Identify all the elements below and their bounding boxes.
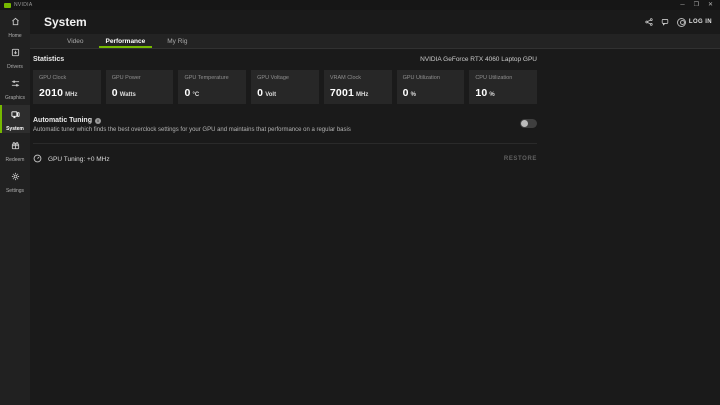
gpu-name: NVIDIA GeForce RTX 4060 Laptop GPU — [420, 56, 537, 63]
sidebar-item-label: Redeem — [6, 157, 25, 163]
stat-value: 0 — [184, 87, 190, 99]
nvidia-logo-icon — [4, 3, 11, 8]
gauge-icon — [33, 150, 42, 168]
user-avatar-icon — [677, 18, 686, 27]
tab-bar: Video Performance My Rig — [30, 34, 720, 49]
tab-video[interactable]: Video — [56, 34, 95, 48]
automatic-tuning-toggle[interactable] — [520, 119, 537, 128]
sidebar-item-home[interactable]: Home — [0, 12, 30, 40]
section-divider — [33, 143, 537, 144]
drivers-icon — [11, 44, 20, 62]
stat-card-gpu-clock: GPU Clock 2010 MHz — [33, 70, 101, 104]
settings-icon — [11, 168, 20, 186]
sidebar-item-redeem[interactable]: Redeem — [0, 136, 30, 164]
sidebar-item-label: Home — [8, 33, 21, 39]
sidebar: Home Drivers Graphics — [0, 10, 30, 405]
sidebar-item-settings[interactable]: Settings — [0, 167, 30, 195]
sidebar-item-label: System — [6, 126, 24, 132]
stat-value: 0 — [112, 87, 118, 99]
stat-value: 7001 — [330, 87, 354, 99]
sidebar-item-label: Graphics — [5, 95, 25, 101]
titlebar: NVIDIA ─ ❐ ✕ — [0, 0, 720, 10]
stat-unit: Volt — [265, 92, 276, 98]
stat-card-gpu-voltage: GPU Voltage 0 Volt — [251, 70, 319, 104]
stat-value: 2010 — [39, 87, 63, 99]
share-icon[interactable] — [645, 18, 653, 26]
stat-card-gpu-utilization: GPU Utilization 0 % — [397, 70, 465, 104]
info-icon[interactable]: i — [95, 118, 101, 124]
login-button[interactable]: LOG IN — [677, 18, 712, 27]
stat-value: 10 — [475, 87, 487, 99]
stat-unit: % — [489, 92, 494, 98]
main-area: System LOG IN — [30, 10, 720, 405]
nvidia-app-window: NVIDIA ─ ❐ ✕ Home Drivers — [0, 0, 720, 405]
stat-unit: MHz — [356, 92, 368, 98]
stat-unit: MHz — [65, 92, 77, 98]
stat-value: 0 — [403, 87, 409, 99]
statistics-section-title: Statistics — [33, 56, 64, 63]
sidebar-item-drivers[interactable]: Drivers — [0, 43, 30, 71]
stat-unit: Watts — [120, 92, 136, 98]
gpu-tuning-row: GPU Tuning: +0 MHz RESTORE — [33, 151, 537, 167]
toggle-knob — [521, 120, 528, 127]
tab-performance[interactable]: Performance — [95, 34, 157, 48]
automatic-tuning-title: Automatic Tuning — [33, 117, 92, 124]
stat-card-gpu-temperature: GPU Temperature 0 °C — [178, 70, 246, 104]
sidebar-item-label: Drivers — [7, 64, 23, 70]
stat-unit: % — [411, 92, 416, 98]
stat-card-vram-clock: VRAM Clock 7001 MHz — [324, 70, 392, 104]
login-label: LOG IN — [689, 19, 712, 25]
minimize-button[interactable]: ─ — [680, 2, 684, 8]
feedback-icon[interactable] — [661, 18, 669, 26]
home-icon — [11, 13, 20, 31]
sidebar-item-graphics[interactable]: Graphics — [0, 74, 30, 102]
graphics-icon — [11, 75, 20, 93]
tab-my-rig[interactable]: My Rig — [156, 34, 198, 48]
stat-cards-row: GPU Clock 2010 MHz GPU Power 0 Watts GPU… — [33, 70, 537, 104]
page-title: System — [44, 15, 87, 29]
app-title: NVIDIA — [14, 2, 32, 8]
sidebar-item-system[interactable]: System — [0, 105, 30, 133]
close-button[interactable]: ✕ — [708, 2, 713, 8]
stat-card-cpu-utilization: CPU Utilization 10 % — [469, 70, 537, 104]
automatic-tuning-description: Automatic tuner which finds the best ove… — [33, 127, 520, 133]
stat-card-gpu-power: GPU Power 0 Watts — [106, 70, 174, 104]
redeem-icon — [11, 137, 20, 155]
restore-button[interactable]: ❐ — [694, 2, 699, 8]
automatic-tuning-section: Automatic Tuning i Automatic tuner which… — [33, 117, 537, 133]
restore-button[interactable]: RESTORE — [504, 156, 537, 162]
sidebar-item-label: Settings — [6, 188, 24, 194]
gpu-tuning-label: GPU Tuning: +0 MHz — [48, 156, 110, 163]
system-icon — [11, 106, 20, 124]
stat-unit: °C — [192, 92, 199, 98]
stat-value: 0 — [257, 87, 263, 99]
